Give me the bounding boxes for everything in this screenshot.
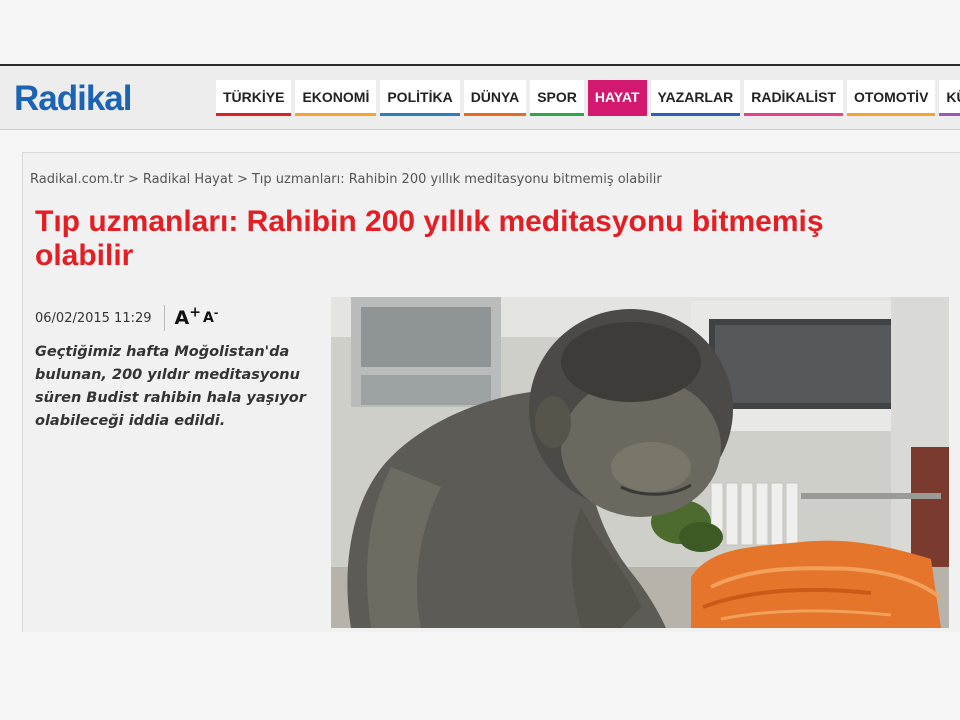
font-increase-letter: A <box>174 307 190 329</box>
nav-item-1[interactable]: EKONOMİ <box>295 80 377 116</box>
article-summary: Geçtiğimiz hafta Moğolistan'da bulunan, … <box>35 344 306 429</box>
font-decrease-sign: - <box>213 306 219 320</box>
nav-item-4[interactable]: SPOR <box>530 80 584 116</box>
bottom-margin <box>0 632 960 720</box>
font-decrease-button[interactable]: A- <box>202 307 218 326</box>
site-header: Radikal TÜRKİYE EKONOMİ POLİTİKA DÜNYA SPOR H… <box>0 64 960 130</box>
article-meta: 06/02/2015 11:29 A+ A- <box>35 305 218 331</box>
nav-item-8[interactable]: OTOMOTİV <box>847 80 936 116</box>
meta-divider <box>163 305 165 331</box>
breadcrumb-current: Tıp uzmanları: Rahibin 200 yıllık medita… <box>251 172 662 187</box>
article-photo[interactable] <box>331 297 949 628</box>
article-date: 06/02/2015 11:29 <box>35 310 152 326</box>
nav-item-6[interactable]: YAZARLAR <box>650 80 741 116</box>
font-decrease-letter: A <box>202 310 214 326</box>
nav-item-7[interactable]: RADİKALİST <box>744 80 843 116</box>
nav-item-3[interactable]: DÜNYA <box>463 80 527 116</box>
breadcrumb-separator: > <box>236 172 248 187</box>
font-increase-sign: + <box>189 304 201 321</box>
main-nav: TÜRKİYE EKONOMİ POLİTİKA DÜNYA SPOR HAYAT YAZA… <box>216 80 960 116</box>
article-title: Tıp uzmanları: Rahibin 200 yıllık medita… <box>35 205 824 272</box>
font-increase-button[interactable]: A+ <box>174 304 201 329</box>
nav-item-2[interactable]: POLİTİKA <box>380 80 460 116</box>
site-logo[interactable]: Radikal <box>14 79 132 119</box>
breadcrumb-separator: > <box>127 172 139 187</box>
breadcrumb-home[interactable]: Radikal.com.tr <box>30 172 124 187</box>
nav-item-9[interactable]: KÜLTÜR <box>939 80 960 116</box>
nav-item-5[interactable]: HAYAT <box>587 80 647 116</box>
top-margin <box>0 0 960 64</box>
article-container: Radikal.com.tr > Radikal Hayat > Tıp uzmanla… <box>22 152 960 632</box>
breadcrumb-section[interactable]: Radikal Hayat <box>143 172 233 187</box>
breadcrumb: Radikal.com.tr > Radikal Hayat > Tıp uzmanla… <box>30 172 662 187</box>
nav-item-0[interactable]: TÜRKİYE <box>216 80 292 116</box>
monk-photo-illustration <box>331 297 949 628</box>
